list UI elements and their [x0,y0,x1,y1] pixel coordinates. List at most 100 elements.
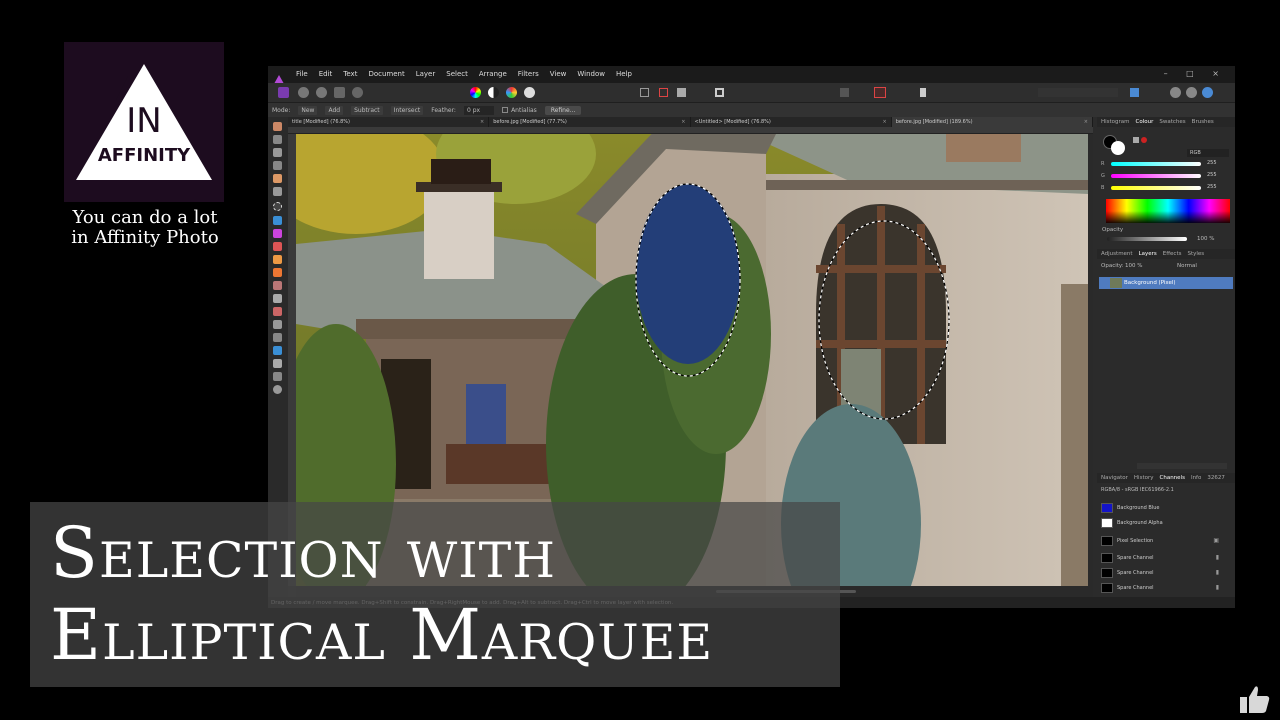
menu-window[interactable]: Window [577,70,605,78]
tab-title[interactable]: title [Modified] (76.8%) × [288,117,490,127]
green-slider[interactable] [1111,174,1201,178]
tab-info[interactable]: Info [1191,475,1201,481]
channel-row-blue[interactable]: Background Blue [1099,501,1225,515]
trash-icon[interactable]: ▮ [1216,584,1219,591]
hsl-icon[interactable] [506,87,517,98]
invert-selection-icon[interactable] [677,88,686,97]
close-icon[interactable]: × [681,119,685,125]
liquify-persona-icon[interactable] [298,87,309,98]
flood-fill-tool-icon[interactable] [273,216,282,225]
snapping-icon[interactable] [840,88,849,97]
photo-persona-icon[interactable] [278,87,289,98]
menu-text[interactable]: Text [343,70,357,78]
colour-wheel-icon[interactable] [470,87,481,98]
dodge-tool-icon[interactable] [273,268,282,277]
channel-row-alpha[interactable]: Background Alpha [1099,516,1225,530]
trash-icon[interactable]: ▮ [1216,569,1219,576]
tab-channels[interactable]: Channels [1160,475,1185,481]
mode-intersect-button[interactable]: Intersect [390,105,424,115]
tab-swatches[interactable]: Swatches [1159,119,1185,125]
menu-document[interactable]: Document [368,70,404,78]
vertical-scrollbar[interactable] [1088,134,1093,586]
layer-opacity-value[interactable]: 100 % [1125,263,1142,269]
elliptical-marquee-tool-icon[interactable] [273,202,282,211]
tab-untitled[interactable]: <Untitled> [Modified] (76.8%) × [691,117,892,127]
move-tool-icon[interactable] [273,135,282,144]
eyedropper-icon[interactable] [1133,137,1139,143]
trash-icon[interactable]: ▮ [1216,554,1219,561]
no-colour-icon[interactable] [1141,137,1147,143]
mode-add-button[interactable]: Add [325,105,344,115]
arrange-icons[interactable] [1038,88,1118,97]
mode-new-button[interactable]: New [298,105,318,115]
selection-brush-tool-icon[interactable] [273,174,282,183]
tab-32627[interactable]: 32627 [1207,475,1225,481]
close-icon[interactable]: × [480,119,484,125]
marquee-mode-icon[interactable] [640,88,649,97]
thumbs-up-icon[interactable] [1236,683,1272,715]
customize-icon[interactable] [1202,87,1213,98]
mode-subtract-button[interactable]: Subtract [351,105,383,115]
paint-mixer-tool-icon[interactable] [273,242,282,251]
feather-input[interactable]: 0 px [463,105,495,115]
zoom-tool-icon[interactable] [273,385,282,394]
channel-row-spare-2[interactable]: Spare Channel ▮ [1099,566,1225,580]
export-persona-icon[interactable] [352,87,363,98]
tab-colour[interactable]: Colour [1136,119,1154,125]
channel-row-spare-3[interactable]: Spare Channel ▮ [1099,581,1225,595]
red-value[interactable]: 255 [1207,160,1217,166]
green-value[interactable]: 255 [1207,172,1217,178]
tab-styles[interactable]: Styles [1187,251,1204,257]
close-icon[interactable]: × [1084,119,1088,125]
colour-spectrum[interactable] [1106,199,1230,223]
contrast-icon[interactable] [488,87,499,98]
tab-before-189[interactable]: before.jpg [Modified] (189.6%) × [891,117,1093,127]
tab-brushes[interactable]: Brushes [1192,119,1214,125]
channel-row-spare-1[interactable]: Spare Channel ▮ [1099,551,1225,565]
layers-action-icons[interactable] [1137,463,1227,469]
menu-filters[interactable]: Filters [518,70,539,78]
crop-tool-icon[interactable] [273,161,282,170]
menu-view[interactable]: View [550,70,567,78]
colour-mode-select[interactable]: RGB [1187,149,1229,157]
view-mode-icon[interactable] [1170,87,1181,98]
close-icon[interactable]: × [883,119,887,125]
red-eye-tool-icon[interactable] [273,307,282,316]
text-tool-icon[interactable] [273,359,282,368]
menu-help[interactable]: Help [616,70,632,78]
blemish-tool-icon[interactable] [273,294,282,303]
colour-opacity-slider[interactable] [1107,237,1187,241]
develop-persona-icon[interactable] [316,87,327,98]
tab-navigator[interactable]: Navigator [1101,475,1128,481]
menu-arrange[interactable]: Arrange [479,70,507,78]
paint-brush-tool-icon[interactable] [273,229,282,238]
smudge-tool-icon[interactable] [273,320,282,329]
menu-layer[interactable]: Layer [416,70,436,78]
red-slider[interactable] [1111,162,1201,166]
tab-histogram[interactable]: Histogram [1101,119,1130,125]
colour-opacity-value[interactable]: 100 % [1197,236,1214,242]
blue-value[interactable]: 255 [1207,184,1217,190]
tab-history[interactable]: History [1134,475,1154,481]
magnet-icon[interactable] [874,87,886,98]
quick-mask-icon[interactable] [715,88,724,97]
pen-tool-icon[interactable] [273,333,282,342]
deselect-icon[interactable] [659,88,668,97]
layer-row-background[interactable]: Background (Pixel) [1099,277,1233,289]
erase-tool-icon[interactable] [273,255,282,264]
refine-button[interactable]: Refine... [544,105,582,115]
mesh-warp-tool-icon[interactable] [273,372,282,381]
align-icon[interactable] [1130,88,1139,97]
rectangle-tool-icon[interactable] [273,346,282,355]
view-tool-icon[interactable] [273,122,282,131]
menu-edit[interactable]: Edit [319,70,333,78]
clone-tool-icon[interactable] [273,281,282,290]
color-picker-tool-icon[interactable] [273,148,282,157]
menu-select[interactable]: Select [446,70,468,78]
tone-mapping-persona-icon[interactable] [334,87,345,98]
split-view-icon[interactable] [1186,87,1197,98]
flood-select-tool-icon[interactable] [273,187,282,196]
menu-file[interactable]: File [296,70,308,78]
blue-slider[interactable] [1111,186,1201,190]
assistant-icon[interactable] [920,88,926,97]
